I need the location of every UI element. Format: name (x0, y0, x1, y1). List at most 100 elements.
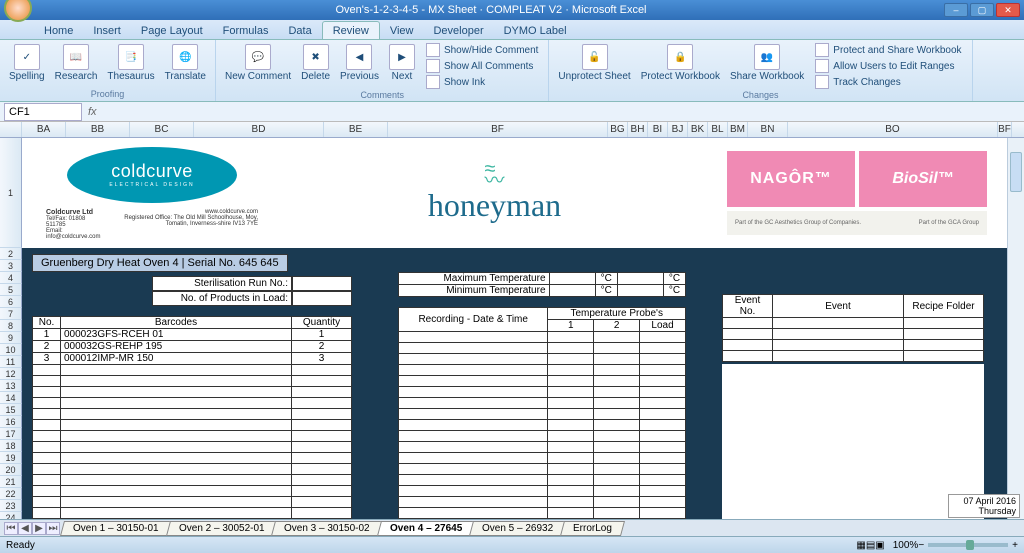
table-row (33, 486, 352, 497)
zoom-out[interactable]: − (918, 540, 924, 551)
tab-review[interactable]: Review (322, 21, 380, 39)
tab-dymo[interactable]: DYMO Label (494, 22, 577, 39)
honeyman-logo: ≈〰 honeyman (282, 163, 707, 224)
worksheet[interactable]: BA BB BC BD BE BF BG BH BI BJ BK BL BM B… (0, 122, 1024, 536)
table-row[interactable]: 1000023GFS-RCEH 011 (33, 329, 352, 341)
office-button[interactable] (4, 0, 32, 22)
name-box[interactable] (4, 103, 82, 121)
table-row (399, 376, 686, 387)
unprotect-sheet-button[interactable]: 🔓Unprotect Sheet (555, 42, 633, 90)
prod-load-value[interactable] (292, 291, 352, 306)
thesaurus-button[interactable]: 📑Thesaurus (104, 42, 157, 84)
sheet-tab[interactable]: Oven 3 – 30150-02 (271, 521, 383, 536)
allow-edit-ranges[interactable]: Allow Users to Edit Ranges (811, 58, 965, 74)
delete-button[interactable]: ✖Delete (298, 42, 333, 90)
table-row (33, 464, 352, 475)
table-row (399, 486, 686, 497)
show-all-comments[interactable]: Show All Comments (422, 58, 542, 74)
table-row (723, 318, 984, 329)
table-row (399, 420, 686, 431)
table-row (399, 343, 686, 354)
tab-nav-last[interactable]: ⏭ (46, 522, 60, 535)
table-row (399, 365, 686, 376)
view-break-icon[interactable]: ▣ (875, 540, 884, 551)
ster-run-value[interactable] (292, 276, 352, 291)
table-row (33, 387, 352, 398)
group-comments: Comments (360, 90, 404, 100)
sheet-tab[interactable]: Oven 1 – 30150-01 (60, 521, 172, 536)
tab-home[interactable]: Home (34, 22, 83, 39)
table-row (33, 475, 352, 486)
ribbon-tabs: Home Insert Page Layout Formulas Data Re… (0, 20, 1024, 40)
translate-button[interactable]: 🌐Translate (162, 42, 209, 84)
track-changes[interactable]: Track Changes (811, 74, 965, 90)
oven-title: Gruenberg Dry Heat Oven 4 | Serial No. 6… (32, 254, 288, 272)
table-row (33, 431, 352, 442)
table-row (33, 497, 352, 508)
table-row (33, 420, 352, 431)
table-row (399, 354, 686, 365)
tab-nav-first[interactable]: ⏮ (4, 522, 18, 535)
status-bar: Ready ▦ ▤ ▣ 100% − + (0, 536, 1024, 553)
formula-bar: fx (0, 102, 1024, 122)
table-row (399, 475, 686, 486)
spelling-button[interactable]: ✓Spelling (6, 42, 48, 84)
previous-button[interactable]: ◀Previous (337, 42, 382, 90)
fx-icon[interactable]: fx (82, 106, 103, 118)
tab-formulas[interactable]: Formulas (213, 22, 279, 39)
table-row (399, 508, 686, 519)
table-row (33, 376, 352, 387)
protect-share-workbook[interactable]: Protect and Share Workbook (811, 42, 965, 58)
table-row (723, 340, 984, 351)
event-table: Event No.EventRecipe Folder (722, 294, 984, 362)
table-row (33, 365, 352, 376)
window-title: Oven's-1-2-3-4-5 - MX Sheet · COMPLEAT V… (336, 4, 647, 16)
tab-insert[interactable]: Insert (83, 22, 131, 39)
view-normal-icon[interactable]: ▦ (856, 540, 865, 551)
show-ink[interactable]: Show Ink (422, 74, 542, 90)
vertical-scrollbar[interactable] (1007, 138, 1024, 519)
table-row (399, 464, 686, 475)
white-panel (722, 364, 984, 532)
coldcurve-logo: coldcurve ELECTRICAL DESIGN Coldcurve Lt… (42, 147, 262, 240)
tab-view[interactable]: View (380, 22, 424, 39)
zoom-in[interactable]: + (1012, 540, 1018, 551)
zoom-slider[interactable] (928, 543, 1008, 547)
research-button[interactable]: 📖Research (52, 42, 101, 84)
table-row (33, 442, 352, 453)
recording-table: Recording - Date & TimeTemperature Probe… (398, 307, 686, 536)
table-row (399, 431, 686, 442)
tab-developer[interactable]: Developer (423, 22, 493, 39)
date-box: 07 April 2016Thursday (948, 494, 1020, 518)
sheet-tab[interactable]: Oven 2 – 30052-01 (166, 521, 278, 536)
group-changes: Changes (742, 90, 778, 100)
zoom-level[interactable]: 100% (893, 540, 919, 551)
table-row (399, 453, 686, 464)
biosil-logo: BioSil™ (859, 151, 987, 207)
view-layout-icon[interactable]: ▤ (866, 540, 875, 551)
status-ready: Ready (6, 540, 35, 551)
table-row[interactable]: 3000012IMP-MR 1503 (33, 353, 352, 365)
ster-run-label: Sterilisation Run No.: (152, 276, 292, 291)
tab-data[interactable]: Data (278, 22, 321, 39)
protect-workbook-button[interactable]: 🔒Protect Workbook (638, 42, 723, 90)
minimize-button[interactable]: – (944, 3, 968, 17)
next-button[interactable]: ▶Next (386, 42, 418, 90)
maximize-button[interactable]: ▢ (970, 3, 994, 17)
table-row (399, 497, 686, 508)
new-comment-button[interactable]: 💬New Comment (222, 42, 294, 90)
prod-load-label: No. of Products in Load: (152, 291, 292, 306)
sheet-tab[interactable]: Oven 5 – 26932 (469, 521, 566, 536)
tab-page-layout[interactable]: Page Layout (131, 22, 213, 39)
sheet-tab[interactable]: Oven 4 – 27645 (377, 521, 475, 536)
tab-nav-prev[interactable]: ◀ (18, 522, 32, 535)
show-hide-comment[interactable]: Show/Hide Comment (422, 42, 542, 58)
close-button[interactable]: ✕ (996, 3, 1020, 17)
sheet-tabs: ⏮ ◀ ▶ ⏭ Oven 1 – 30150-01 Oven 2 – 30052… (0, 519, 1024, 536)
table-row (399, 409, 686, 420)
tab-nav-next[interactable]: ▶ (32, 522, 46, 535)
share-workbook-button[interactable]: 👥Share Workbook (727, 42, 807, 90)
nagor-logo: NAGÔR™ (727, 151, 855, 207)
sheet-tab[interactable]: ErrorLog (560, 521, 625, 536)
table-row[interactable]: 2000032GS-REHP 1952 (33, 341, 352, 353)
